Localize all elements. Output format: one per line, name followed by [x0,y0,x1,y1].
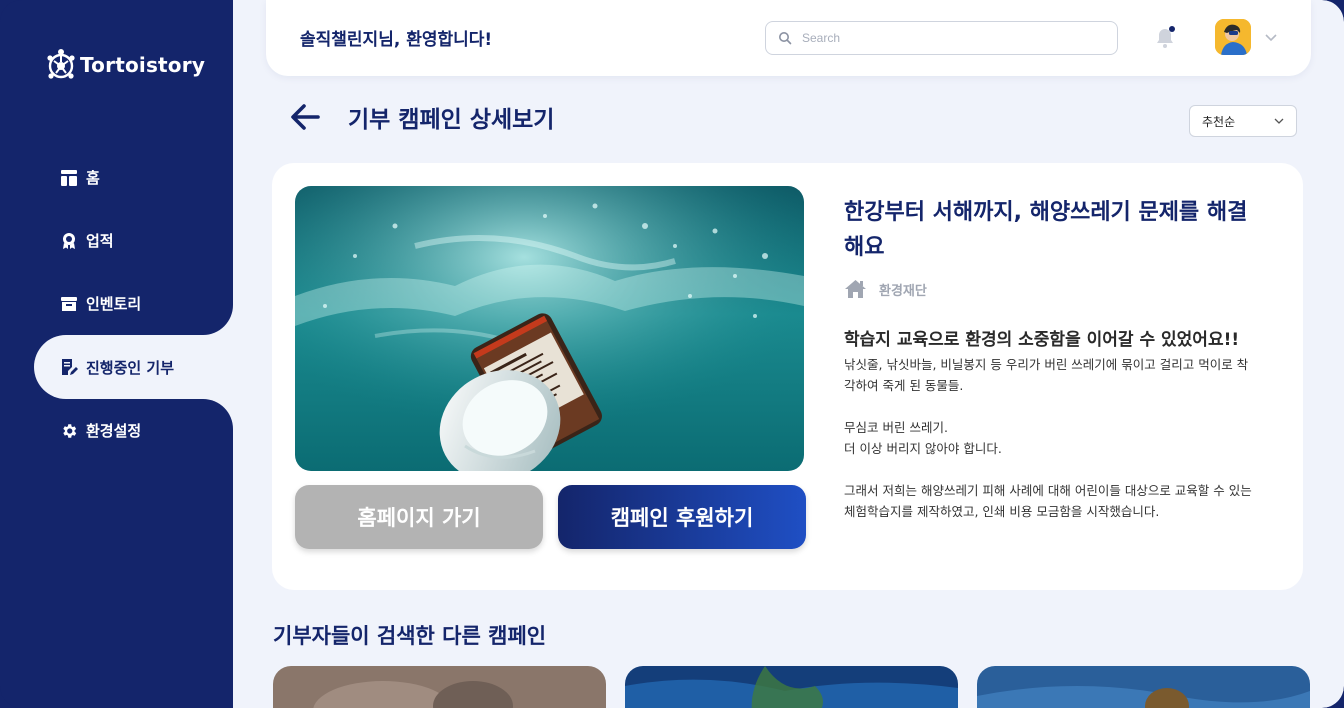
search-input[interactable] [802,31,1082,45]
related-campaigns-title: 기부자들이 검색한 다른 캠페인 [273,624,547,648]
donate-campaign-button[interactable]: 캠페인 후원하기 [558,485,806,549]
related-campaign-image [625,666,958,708]
campaign-description: 낚싯줄, 낚싯바늘, 비닐봉지 등 우리가 버린 쓰레기에 묶이고 걸리고 먹이… [844,357,1252,519]
chevron-down-icon [1274,118,1284,124]
search-box[interactable] [765,21,1118,55]
main-content: 솔직챌린지님, 환영합니다! 기부 캠페인 상세보기 [233,0,1344,708]
sidebar-nav: 홈 업적 인벤토리 진행중인 기부 환경설정 [0,146,233,462]
related-campaign-card[interactable] [273,666,606,708]
back-arrow-icon[interactable] [288,100,322,134]
home-grid-icon [61,169,77,186]
organization-name: 환경재단 [879,283,927,299]
document-edit-icon [62,359,78,375]
related-campaign-image [977,666,1310,708]
brand-logo[interactable]: Tortoistory [46,48,205,82]
turtle-logo-icon [47,49,75,79]
sidebar-item-home[interactable]: 홈 [0,146,233,209]
sidebar-item-inventory[interactable]: 인벤토리 [0,272,233,335]
top-bar: 솔직챌린지님, 환영합니다! [266,0,1311,76]
campaign-subheading: 학습지 교육으로 환경의 소중함을 이어갈 수 있었어요!! [844,330,1240,350]
related-campaign-card[interactable] [977,666,1310,708]
brand-name: Tortoistory [80,53,206,77]
homepage-button[interactable]: 홈페이지 가기 [295,485,543,549]
chevron-down-icon[interactable] [1264,30,1278,44]
avatar[interactable] [1215,19,1251,55]
archive-box-icon [61,296,77,311]
notification-dot [1169,26,1175,32]
sidebar-item-label: 환경설정 [86,422,142,440]
campaign-title: 한강부터 서해까지, 해양쓰레기 문제를 해결해요 [844,200,1248,260]
sidebar-item-label: 업적 [86,232,114,250]
page-header: 기부 캠페인 상세보기 [288,100,554,134]
gear-icon [63,423,77,438]
sidebar-item-settings[interactable]: 환경설정 [0,399,233,462]
search-icon [779,32,792,45]
user-avatar-illustration-icon [1215,19,1251,55]
campaign-detail-card: 홈페이지 가기 캠페인 후원하기 한강부터 서해까지, 해양쓰레기 문제를 해결… [272,163,1303,590]
sidebar-item-label: 인벤토리 [86,295,142,313]
sort-dropdown[interactable]: 추천순 [1189,105,1297,137]
welcome-message: 솔직챌린지님, 환영합니다! [300,30,493,50]
ocean-bottle-illustration [295,186,804,471]
app-frame: Tortoistory 홈 업적 인벤토리 진행중인 기부 환경설정 솔직챌린지… [0,0,1344,708]
campaign-info: 한강부터 서해까지, 해양쓰레기 문제를 해결해요 환경재단 학습지 교육으로 … [844,195,1254,522]
related-campaign-card[interactable] [625,666,958,708]
house-icon [845,280,866,298]
sort-selected-value: 추천순 [1202,114,1236,129]
campaign-image [295,186,804,471]
organization[interactable]: 환경재단 [844,279,1254,299]
sidebar-item-ongoing-donations[interactable]: 진행중인 기부 [34,335,233,399]
page-title: 기부 캠페인 상세보기 [348,107,555,133]
related-campaign-image [273,666,606,708]
medal-icon [63,232,75,249]
sidebar: Tortoistory 홈 업적 인벤토리 진행중인 기부 환경설정 [0,0,233,708]
sidebar-item-achievements[interactable]: 업적 [0,209,233,272]
sidebar-item-label: 진행중인 기부 [86,358,175,377]
sidebar-item-label: 홈 [86,169,100,187]
